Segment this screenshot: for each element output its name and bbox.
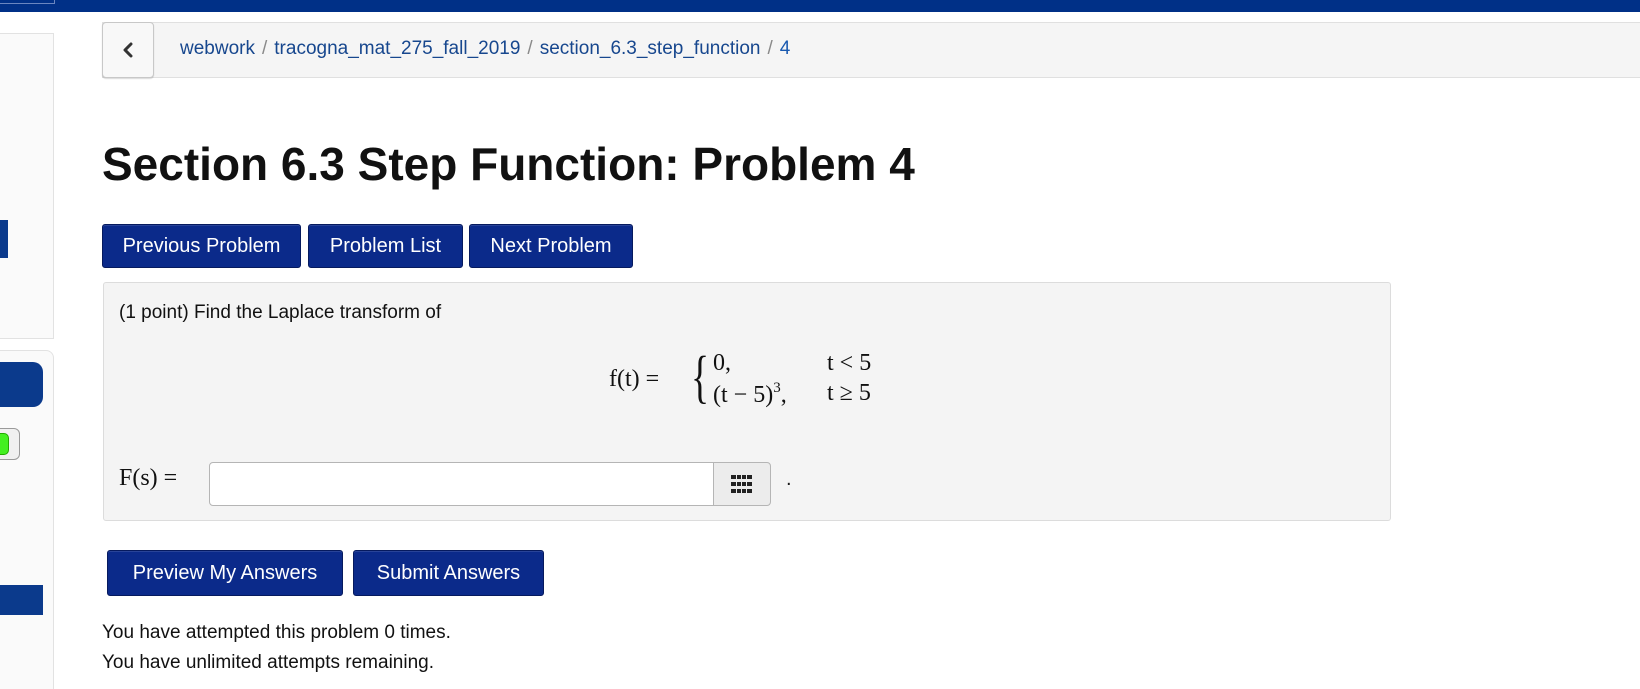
sidebar-panel-top bbox=[0, 33, 54, 339]
problem-list-button[interactable]: Problem List bbox=[308, 224, 463, 268]
grid-keypad-icon bbox=[731, 475, 752, 493]
answer-label: F(s) = bbox=[119, 465, 178, 491]
breadcrumb-separator: / bbox=[261, 38, 268, 59]
previous-problem-button[interactable]: Previous Problem bbox=[102, 224, 301, 268]
sidebar-status-toggle[interactable] bbox=[0, 428, 20, 460]
case1-value: 0, bbox=[713, 350, 731, 376]
back-button[interactable] bbox=[102, 22, 154, 78]
chevron-left-icon bbox=[123, 42, 133, 58]
attempts-count-text: You have attempted this problem 0 times. bbox=[102, 622, 451, 643]
top-navigation-bar bbox=[0, 0, 1640, 12]
case2-suffix: , bbox=[780, 382, 787, 408]
breadcrumb-separator: / bbox=[767, 38, 773, 59]
case2-condition: t ≥ 5 bbox=[827, 380, 871, 406]
preview-answers-button[interactable]: Preview My Answers bbox=[107, 550, 343, 596]
top-bar-tab[interactable] bbox=[0, 0, 55, 4]
breadcrumb: webwork / tracogna_mat_275_fall_2019 / secti… bbox=[180, 38, 790, 60]
case2-exponent: 3 bbox=[773, 380, 781, 396]
case2-value: (t − 5) bbox=[713, 382, 774, 408]
case2-expression: (t − 5)3, bbox=[713, 380, 787, 409]
breadcrumb-separator: / bbox=[527, 38, 533, 59]
left-brace: { bbox=[691, 344, 710, 409]
attempts-remaining-text: You have unlimited attempts remaining. bbox=[102, 652, 434, 673]
breadcrumb-item-course[interactable]: tracogna_mat_275_fall_2019 bbox=[274, 38, 520, 59]
case1-condition: t < 5 bbox=[827, 350, 872, 376]
piecewise-formula: f(t) = { 0, t < 5 (t − 5)3, t ≥ 5 bbox=[609, 346, 909, 416]
sidebar-active-indicator[interactable] bbox=[0, 220, 8, 258]
answer-input[interactable] bbox=[209, 462, 714, 506]
next-problem-button[interactable]: Next Problem bbox=[469, 224, 633, 268]
answer-suffix: . bbox=[786, 468, 792, 490]
problem-statement: (1 point) Find the Laplace transform of bbox=[119, 302, 442, 323]
page-title: Section 6.3 Step Function: Problem 4 bbox=[102, 138, 915, 190]
equation-editor-button[interactable] bbox=[713, 462, 771, 506]
submit-answers-button[interactable]: Submit Answers bbox=[353, 550, 544, 596]
problem-panel: (1 point) Find the Laplace transform of … bbox=[103, 282, 1391, 521]
breadcrumb-item-problem: 4 bbox=[779, 38, 791, 59]
formula-lhs: f(t) = bbox=[609, 366, 660, 392]
breadcrumb-item-webwork[interactable]: webwork bbox=[180, 38, 255, 59]
sidebar-status-indicator bbox=[0, 433, 9, 455]
breadcrumb-item-set[interactable]: section_6.3_step_function bbox=[540, 38, 761, 59]
sidebar-button-2[interactable] bbox=[0, 585, 43, 615]
sidebar-button[interactable] bbox=[0, 362, 43, 407]
